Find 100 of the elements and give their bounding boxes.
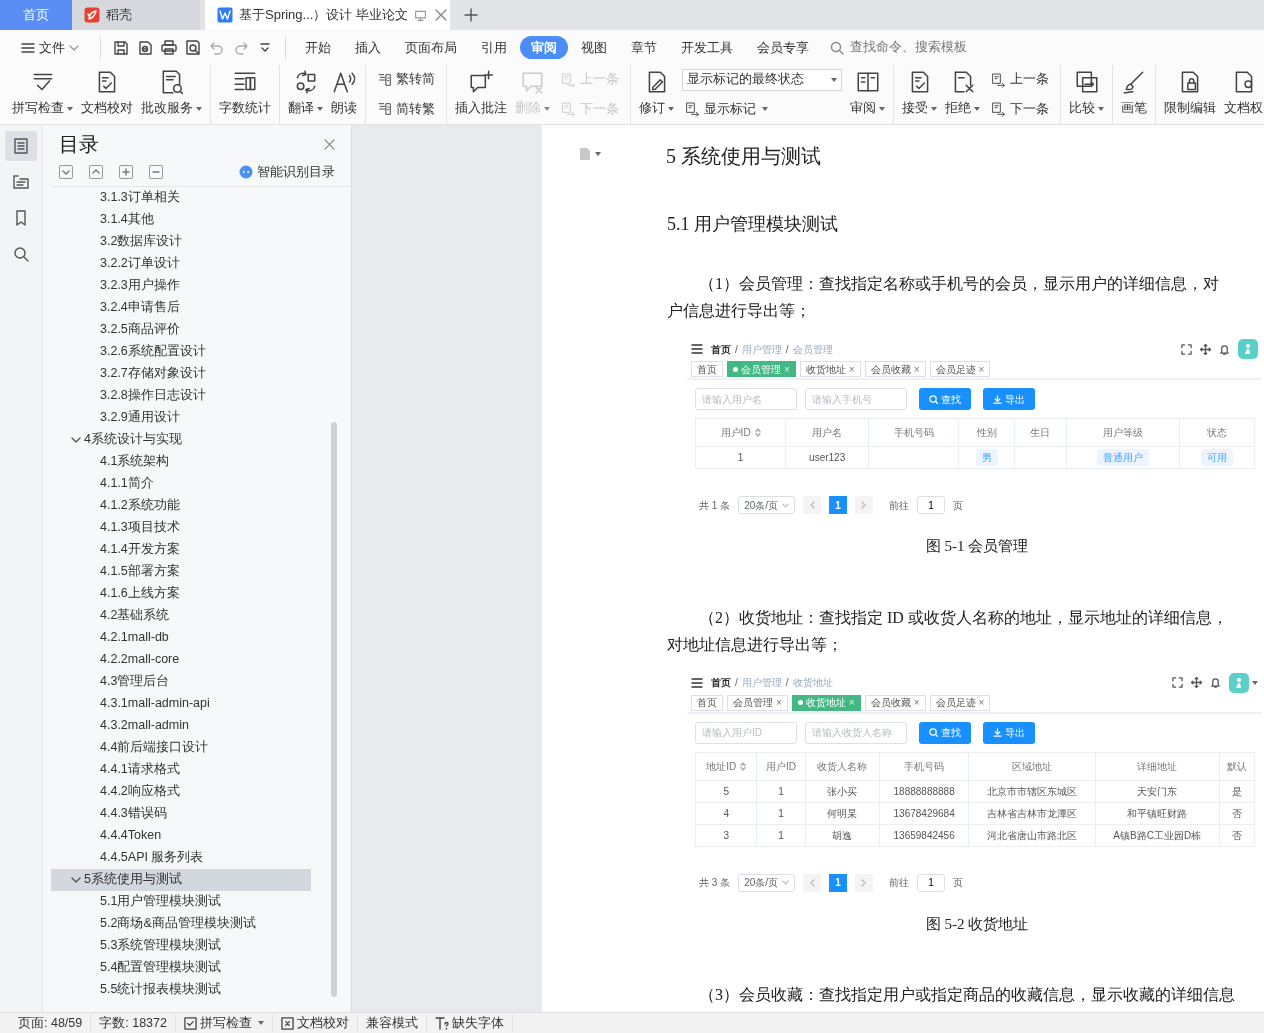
sort-icon[interactable]: [754, 428, 761, 437]
ribbon-button[interactable]: 拒绝: [941, 65, 984, 124]
smart-toc-button[interactable]: 智能识别目录: [239, 163, 335, 182]
toc-item[interactable]: 3.2.5商品评价: [51, 318, 311, 341]
print-preview-icon[interactable]: [185, 39, 201, 56]
menu-tab[interactable]: 章节: [620, 35, 668, 60]
file-menu[interactable]: 文件: [10, 35, 90, 60]
menu-tab[interactable]: 页面布局: [394, 35, 468, 60]
toc-item[interactable]: 3.2.4申请售后: [51, 296, 311, 319]
ribbon-button[interactable]: 比较: [1065, 65, 1108, 124]
search-field[interactable]: 查找命令、搜索模板: [830, 37, 988, 58]
move-icon[interactable]: [1191, 677, 1202, 688]
close-icon[interactable]: [435, 9, 448, 21]
page-tab[interactable]: 会员管理 ×: [727, 694, 788, 711]
toc-item[interactable]: 4.2基础系统: [51, 604, 311, 627]
pin-icon[interactable]: [414, 8, 428, 22]
plus-icon[interactable]: [464, 8, 478, 22]
menu-icon[interactable]: [691, 677, 703, 688]
menu-tab[interactable]: 开始: [294, 35, 342, 60]
ribbon-button[interactable]: 批改服务: [137, 65, 206, 124]
toc-item[interactable]: 5.4配置管理模块测试: [51, 956, 311, 979]
input-field[interactable]: 请输入用户名: [695, 388, 797, 410]
toc-item[interactable]: 5.5统计报表模块测试: [51, 978, 311, 1001]
toc-item[interactable]: 3.2.7存储对象设计: [51, 362, 311, 385]
toc-item[interactable]: 3.2.2订单设计: [51, 252, 311, 275]
toc-item[interactable]: 4.3.1mall-admin-api: [51, 692, 311, 715]
ribbon-button[interactable]: 接受: [898, 65, 941, 124]
toc-item[interactable]: 5系统使用与测试: [51, 868, 311, 891]
status-button[interactable]: 拼写检查: [175, 1013, 273, 1033]
toc-item[interactable]: 4.3管理后台: [51, 670, 311, 693]
page-size-select[interactable]: 20条/页: [738, 496, 796, 514]
toc-item[interactable]: 4.1.1简介: [51, 472, 311, 495]
fullscreen-icon[interactable]: [1181, 343, 1192, 355]
menu-tab[interactable]: 引用: [470, 35, 518, 60]
page-tab[interactable]: 首页: [691, 694, 723, 711]
ribbon-button[interactable]: 修订: [635, 65, 678, 124]
ribbon-button[interactable]: 文档校对: [77, 65, 137, 124]
input-field[interactable]: 请输入收货人名称: [805, 721, 907, 744]
toc-item[interactable]: 3.2.9通用设计: [51, 406, 311, 429]
sidebar-button[interactable]: [5, 131, 37, 161]
bell-icon[interactable]: [1219, 343, 1230, 355]
ribbon-button[interactable]: 审阅: [846, 65, 889, 124]
ribbon-button[interactable]: 简转繁: [374, 97, 438, 121]
ribbon-button[interactable]: 文档权: [1220, 65, 1264, 124]
toc-item[interactable]: 3.1.4其他: [51, 208, 311, 231]
menu-tab[interactable]: 视图: [570, 35, 618, 60]
ribbon-button[interactable]: 限制编辑: [1160, 65, 1220, 124]
toc-item[interactable]: 3.2数据库设计: [51, 230, 311, 253]
page-tab[interactable]: 会员足迹 ×: [929, 694, 991, 711]
toc-item[interactable]: 4.4.3错误码: [51, 802, 311, 825]
page-tab[interactable]: 会员收藏 ×: [864, 694, 926, 711]
toc-item[interactable]: 4.4.4Token: [51, 824, 311, 847]
expand-plus-icon[interactable]: [120, 166, 132, 179]
page-menu-button[interactable]: [578, 147, 601, 161]
toc-item[interactable]: 4.4.1请求格式: [51, 758, 311, 781]
ribbon-button[interactable]: 下一条: [988, 97, 1052, 121]
toc-item[interactable]: 4.4.2响应格式: [51, 780, 311, 803]
sort-icon[interactable]: [740, 761, 747, 771]
ribbon-button[interactable]: 画笔: [1117, 65, 1151, 124]
input-field[interactable]: 请输入手机号: [805, 388, 907, 410]
toc-item[interactable]: 4.2.2mall-core: [51, 648, 311, 671]
menu-tab[interactable]: 会员专享: [746, 35, 820, 60]
move-icon[interactable]: [1200, 343, 1211, 355]
bell-icon[interactable]: [1210, 677, 1221, 688]
scrollbar[interactable]: [331, 421, 337, 997]
menu-icon[interactable]: [691, 344, 703, 354]
status-dropdown[interactable]: 显示标记的最终状态: [682, 68, 842, 91]
toc-item[interactable]: 5.3系统管理模块测试: [51, 934, 311, 957]
toc-item[interactable]: 4.1.4开发方案: [51, 538, 311, 561]
menu-tab[interactable]: 开发工具: [670, 35, 744, 60]
toc-item[interactable]: 5.2商场&商品管理模块测试: [51, 912, 311, 935]
ribbon-button[interactable]: 字数统计: [215, 65, 275, 124]
toc-item[interactable]: 4.1.6上线方案: [51, 582, 311, 605]
page-tab[interactable]: 收货地址 ×: [799, 361, 861, 377]
window-tab[interactable]: 基于Spring...）设计 毕业论文: [205, 0, 450, 30]
toc-item[interactable]: 3.2.6系统配置设计: [51, 340, 311, 363]
fullscreen-icon[interactable]: [1172, 677, 1183, 688]
toc-item[interactable]: 5.1用户管理模块测试: [51, 890, 311, 913]
page-size-select[interactable]: 20条/页: [738, 873, 796, 892]
ribbon-button[interactable]: 上一条: [988, 68, 1052, 92]
page-tab[interactable]: 首页: [691, 361, 723, 377]
status-button[interactable]: 文档校对: [272, 1013, 358, 1033]
print-icon[interactable]: [161, 39, 177, 56]
ribbon-button[interactable]: 插入批注: [451, 65, 511, 124]
page-tab[interactable]: 会员收藏 ×: [864, 361, 926, 377]
menu-tab[interactable]: 插入: [344, 35, 392, 60]
toc-item[interactable]: 4.1.5部署方案: [51, 560, 311, 583]
toc-item[interactable]: 4.4.5API 服务列表: [51, 846, 311, 869]
status-button[interactable]: 缺失字体: [426, 1013, 513, 1033]
ribbon-button[interactable]: 显示标记: [682, 97, 842, 121]
toc-item[interactable]: 4系统设计与实现: [51, 428, 311, 451]
breadcrumb-link[interactable]: 首页: [711, 675, 731, 690]
ribbon-button[interactable]: 翻译: [284, 65, 327, 124]
page-input[interactable]: 1: [917, 873, 946, 892]
toc-item[interactable]: 3.1.3订单相关: [51, 186, 311, 209]
toc-item[interactable]: 4.1.2系统功能: [51, 494, 311, 517]
toc-item[interactable]: 4.2.1mall-db: [51, 626, 311, 649]
toc-item[interactable]: 4.3.2mall-admin: [51, 714, 311, 737]
ribbon-button[interactable]: 朗读: [327, 65, 361, 124]
ribbon-button[interactable]: 拼写检查: [8, 65, 77, 124]
